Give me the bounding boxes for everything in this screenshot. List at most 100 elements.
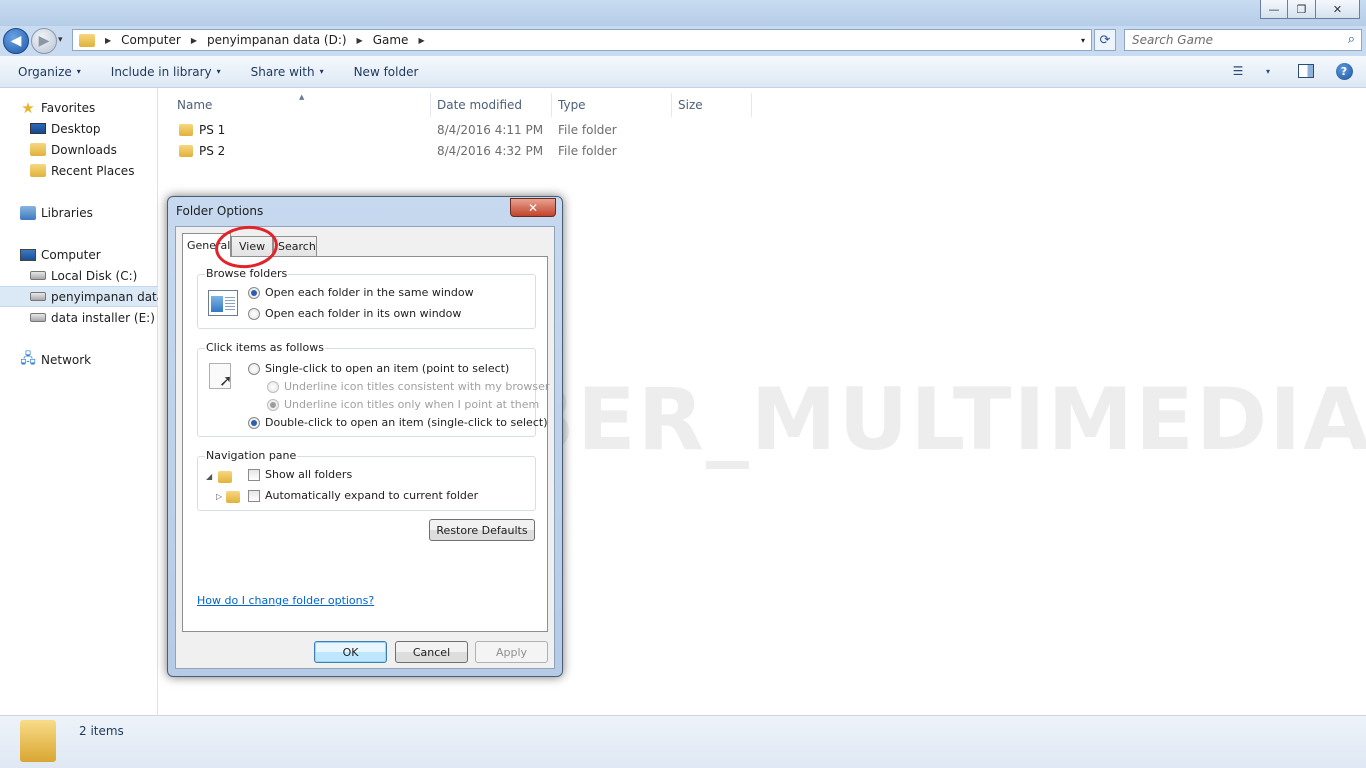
search-icon[interactable]: ⌕: [1348, 32, 1355, 47]
forward-button[interactable]: ▶: [31, 28, 57, 54]
breadcrumb-drive[interactable]: penyimpanan data (D:) ▶: [207, 33, 373, 47]
radio-underline-point[interactable]: Underline icon titles only when I point …: [267, 398, 539, 411]
radio-double-click[interactable]: Double-click to open an item (single-cli…: [248, 416, 547, 429]
share-with-button[interactable]: Share with ▾: [242, 65, 333, 79]
nav-favorites[interactable]: ★ Favorites: [0, 97, 158, 118]
file-type: File folder: [558, 143, 617, 158]
nav-data-installer-e[interactable]: data installer (E:): [0, 307, 158, 328]
star-icon: ★: [21, 98, 35, 117]
ok-button[interactable]: OK: [314, 641, 387, 663]
chevron-down-icon: ▾: [1265, 66, 1270, 76]
file-row[interactable]: PS 1 8/4/2016 4:11 PM File folder: [159, 119, 919, 140]
file-date: 8/4/2016 4:11 PM: [437, 122, 544, 137]
cancel-button[interactable]: Cancel: [395, 641, 468, 663]
back-button[interactable]: ◀: [3, 28, 29, 54]
radio-single-click[interactable]: Single-click to open an item (point to s…: [248, 362, 509, 375]
network-icon: 🖧: [20, 350, 36, 367]
general-tab-panel: Browse folders Open each folder in the s…: [182, 256, 549, 632]
tab-label: Search: [278, 240, 316, 253]
address-bar[interactable]: ▶ Computer ▶ penyimpanan data (D:) ▶ Game ▶…: [72, 29, 1092, 51]
organize-button[interactable]: Organize ▾: [9, 65, 90, 79]
column-header-name[interactable]: Name ▲: [159, 93, 431, 117]
column-header-size[interactable]: Size: [672, 93, 752, 117]
group-label: Navigation pane: [205, 449, 298, 462]
button-label: Restore Defaults: [436, 523, 528, 537]
browse-folders-icon: [208, 290, 238, 316]
breadcrumb-label: Computer: [121, 33, 181, 47]
nav-label: Computer: [41, 247, 101, 262]
chevron-down-icon: ▾: [76, 67, 81, 76]
new-folder-label: New folder: [353, 64, 419, 79]
breadcrumb-root-arrow[interactable]: ▶: [101, 36, 121, 45]
restore-defaults-button[interactable]: Restore Defaults: [429, 519, 535, 541]
help-link[interactable]: How do I change folder options?: [197, 594, 374, 607]
checkbox-auto-expand[interactable]: Automatically expand to current folder: [248, 489, 478, 502]
file-name: PS 2: [179, 144, 225, 158]
nav-local-disk-c[interactable]: Local Disk (C:): [0, 265, 158, 286]
minimize-button[interactable]: —: [1260, 0, 1288, 19]
breadcrumb-label: Game: [372, 33, 409, 47]
checkbox-icon: [248, 468, 260, 481]
navigation-pane: ★ Favorites Desktop Downloads Recent Plac…: [0, 88, 158, 715]
nav-computer[interactable]: Computer: [0, 244, 158, 265]
dialog-close-button[interactable]: ✕: [510, 198, 556, 217]
nav-network[interactable]: 🖧 Network: [0, 349, 158, 370]
new-folder-button[interactable]: New folder: [345, 65, 428, 79]
option-label: Double-click to open an item (single-cli…: [265, 416, 548, 429]
views-icon: ☰: [1232, 64, 1244, 78]
libraries-icon: [20, 205, 36, 220]
file-row[interactable]: PS 2 8/4/2016 4:32 PM File folder: [159, 140, 919, 161]
command-bar-right: ☰ ▾ ?: [1228, 62, 1354, 80]
column-label: Date modified: [437, 98, 523, 112]
breadcrumb-game[interactable]: Game ▶: [373, 33, 435, 47]
column-label: Name: [177, 98, 213, 112]
maximize-button[interactable]: ❐: [1288, 0, 1316, 19]
option-label: Automatically expand to current folder: [265, 489, 479, 502]
organize-label: Organize: [18, 64, 72, 79]
checkbox-show-all-folders[interactable]: Show all folders: [248, 468, 352, 481]
checkbox-icon: [248, 489, 260, 502]
preview-pane-button[interactable]: [1296, 62, 1316, 80]
breadcrumb-computer[interactable]: Computer ▶: [121, 33, 207, 47]
nav-recent-places[interactable]: Recent Places: [0, 160, 158, 181]
back-arrow-icon: ◀: [10, 33, 22, 49]
dialog-title: Folder Options: [176, 204, 264, 218]
nav-penyimpanan-data-d[interactable]: penyimpanan data (D:): [0, 286, 158, 307]
change-view-button[interactable]: ☰: [1228, 62, 1248, 80]
navigation-pane-group: Navigation pane ◢ ▷ Show all folders Aut…: [197, 449, 536, 511]
include-in-library-button[interactable]: Include in library ▾: [102, 65, 230, 79]
column-header-type[interactable]: Type: [552, 93, 672, 117]
group-label: Click items as follows: [205, 341, 325, 354]
radio-icon: [248, 362, 260, 375]
recent-pages-dropdown[interactable]: ▾: [58, 35, 63, 45]
nav-label: Recent Places: [51, 163, 135, 178]
drive-icon: [30, 292, 46, 301]
drive-icon: [30, 313, 46, 322]
column-header-date-modified[interactable]: Date modified: [431, 93, 552, 117]
radio-underline-browser[interactable]: Underline icon titles consistent with my…: [267, 380, 549, 393]
nav-desktop[interactable]: Desktop: [0, 118, 158, 139]
nav-label: Libraries: [41, 205, 93, 220]
option-label: Underline icon titles only when I point …: [284, 398, 540, 411]
help-button[interactable]: ?: [1334, 62, 1354, 80]
refresh-button[interactable]: ⟳: [1094, 29, 1116, 51]
nav-label: data installer (E:): [51, 310, 155, 325]
nav-label: Network: [41, 352, 92, 367]
nav-downloads[interactable]: Downloads: [0, 139, 158, 160]
recent-places-icon: [30, 164, 46, 177]
chevron-right-icon: ▶: [418, 35, 425, 45]
radio-icon: [248, 286, 260, 299]
folder-icon: [179, 144, 193, 157]
close-window-button[interactable]: ✕: [1316, 0, 1360, 19]
search-input[interactable]: Search Game ⌕: [1124, 29, 1362, 51]
apply-button[interactable]: Apply: [475, 641, 548, 663]
address-dropdown-icon[interactable]: ▾: [1081, 36, 1085, 45]
button-label: Apply: [495, 645, 528, 659]
radio-own-window[interactable]: Open each folder in its own window: [248, 307, 461, 320]
view-options-dropdown[interactable]: ▾: [1258, 62, 1278, 80]
nav-libraries[interactable]: Libraries: [0, 202, 158, 223]
local-disk-icon: [30, 271, 46, 280]
tab-search[interactable]: Search: [273, 236, 317, 256]
radio-same-window[interactable]: Open each folder in the same window: [248, 286, 474, 299]
option-label: Single-click to open an item (point to s…: [265, 362, 510, 375]
